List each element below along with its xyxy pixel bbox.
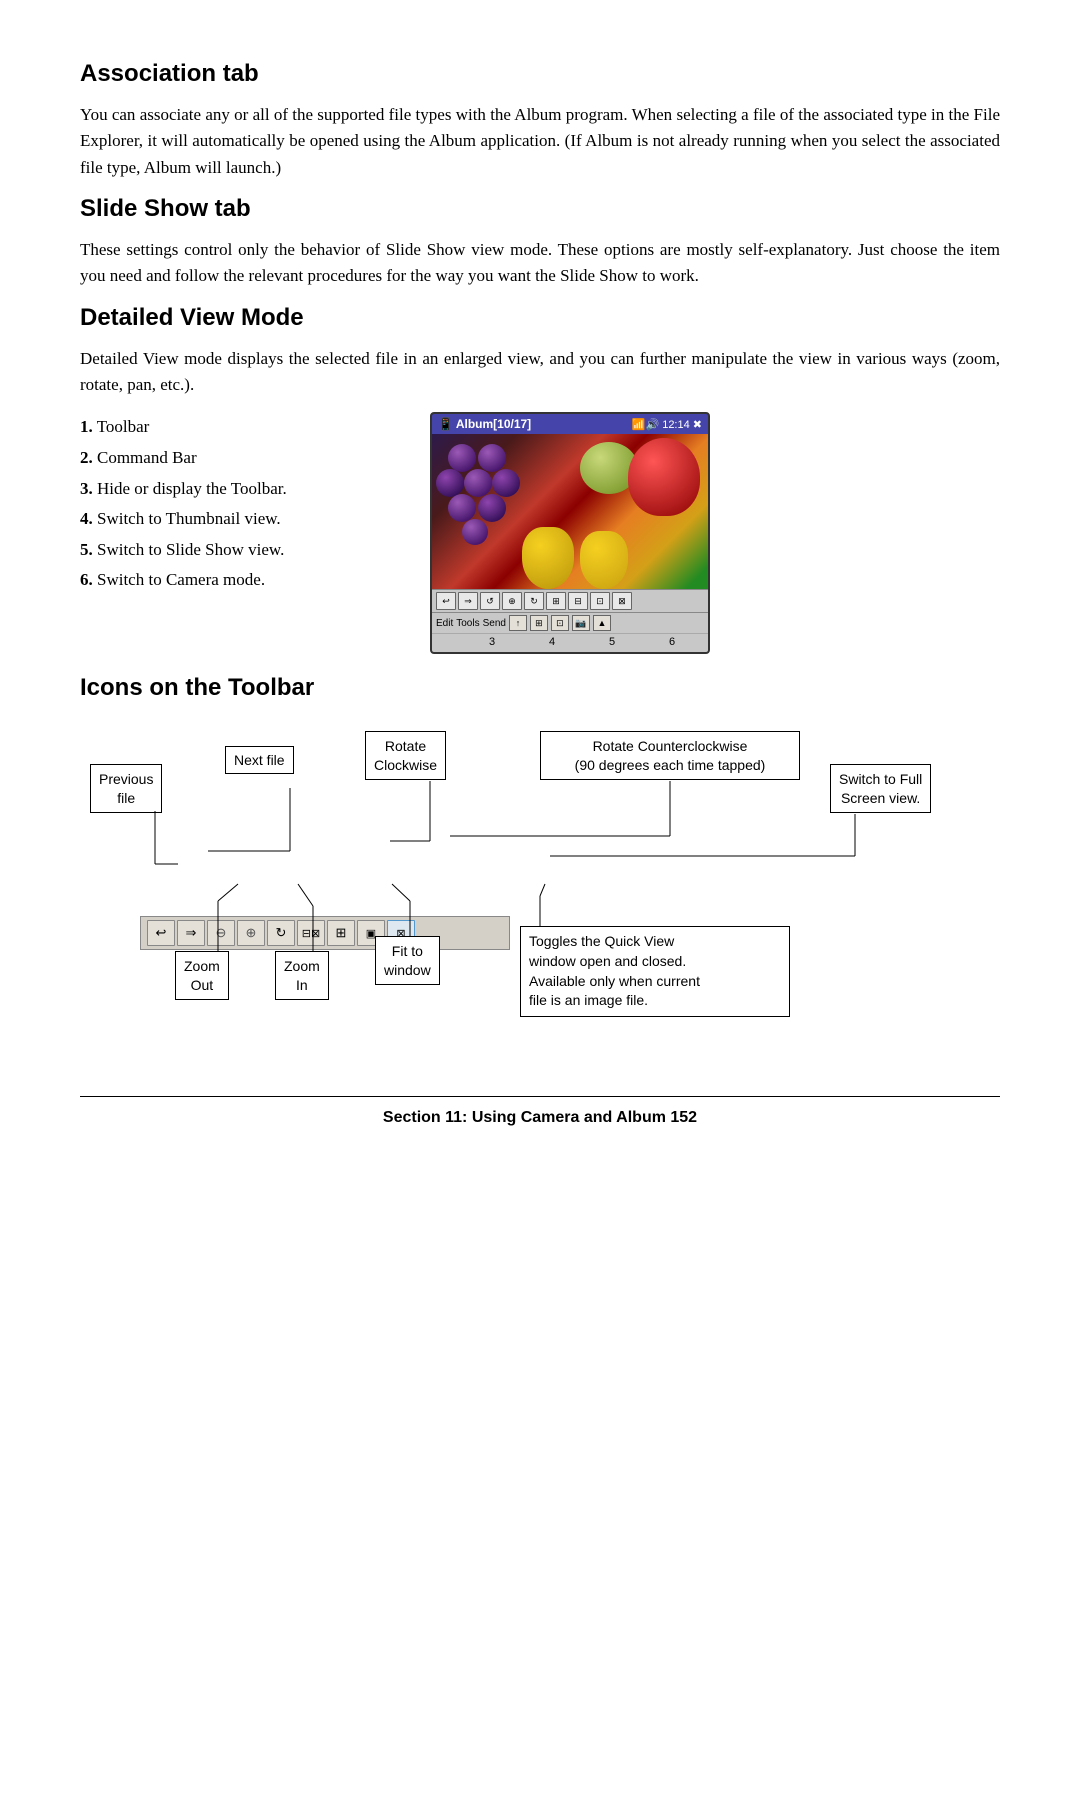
cb-edit[interactable]: Edit <box>436 618 453 629</box>
slide-show-tab-body: These settings control only the behavior… <box>80 237 1000 290</box>
phone-image <box>432 434 708 589</box>
cb-btn2[interactable]: ⊞ <box>530 615 548 631</box>
cb-send[interactable]: Send <box>483 618 506 629</box>
phone-titlebar: 📱 Album[10/17] 📶🔊 12:14 ✖ <box>432 414 708 434</box>
phone-toolbar-row1: 1 ↩ ⇒ ↺ ⊕ ↻ ⊞ ⊟ ⊡ ⊠ <box>432 589 708 612</box>
annotation-fit-window: Fit towindow <box>375 936 440 984</box>
cb-tools[interactable]: Tools <box>456 618 479 629</box>
association-tab-section: Association tab You can associate any or… <box>80 60 1000 181</box>
tb-prev[interactable]: ↩ <box>147 920 175 946</box>
annotation-next-file: Next file <box>225 746 294 774</box>
tb-btn-r2[interactable]: ⊕ <box>502 592 522 610</box>
cb-btn5[interactable]: ▲ <box>593 615 611 631</box>
tb-btn-r5[interactable]: ⊟ <box>568 592 588 610</box>
phone-commandbar: 2 Edit Tools Send ↑ ⊞ ⊡ 📷 ▲ <box>432 612 708 633</box>
tb-rotate-cw[interactable]: ↻ <box>267 920 295 946</box>
detailed-view-section: Detailed View Mode Detailed View mode di… <box>80 304 1000 655</box>
cb-btn3[interactable]: ⊡ <box>551 615 569 631</box>
list-item-1: 1. Toolbar <box>80 412 400 443</box>
num-6: 6 <box>669 636 675 648</box>
slide-show-tab-heading: Slide Show tab <box>80 195 1000 223</box>
list-item-4: 4. Switch to Thumbnail view. <box>80 504 400 535</box>
list-item-6: 6. Switch to Camera mode. <box>80 565 400 596</box>
annotation-zoom-out: ZoomOut <box>175 951 229 999</box>
tb-next[interactable]: ⇒ <box>177 920 205 946</box>
page-footer: Section 11: Using Camera and Album 152 <box>80 1096 1000 1127</box>
annotation-prev-file: Previousfile <box>90 764 162 812</box>
tb-grid[interactable]: ⊞ <box>327 920 355 946</box>
num-3: 3 <box>489 636 495 648</box>
list-item-2: 2. Command Bar <box>80 443 400 474</box>
detailed-view-intro: Detailed View mode displays the selected… <box>80 346 1000 399</box>
annotation-full-screen: Switch to FullScreen view. <box>830 764 931 812</box>
toolbar-diagram: Previousfile Next file RotateClockwise R… <box>80 716 1000 1056</box>
tb-btn-back[interactable]: ↩ <box>436 592 456 610</box>
tb-btn-r1[interactable]: ↺ <box>480 592 500 610</box>
grapes-shape <box>436 444 531 554</box>
icons-toolbar-heading: Icons on the Toolbar <box>80 674 1000 702</box>
phone-icons: 📶🔊 12:14 ✖ <box>632 418 702 431</box>
association-tab-heading: Association tab <box>80 60 1000 88</box>
tb-zoom-out[interactable]: ⊖ <box>207 920 235 946</box>
tb-btn-r4[interactable]: ⊞ <box>546 592 566 610</box>
num-5: 5 <box>609 636 615 648</box>
tb-btn-r6[interactable]: ⊡ <box>590 592 610 610</box>
cb-btn1[interactable]: ↑ <box>509 615 527 631</box>
annotation-rotate-ccw: Rotate Counterclockwise(90 degrees each … <box>540 731 800 779</box>
annotation-quick-view: Toggles the Quick Viewwindow open and cl… <box>520 926 790 1016</box>
cb-btn4[interactable]: 📷 <box>572 615 590 631</box>
pear-shape <box>522 527 574 589</box>
num-4: 4 <box>549 636 555 648</box>
apple-shape <box>628 438 700 516</box>
detailed-view-heading: Detailed View Mode <box>80 304 1000 332</box>
annotation-rotate-cw: RotateClockwise <box>365 731 446 779</box>
association-tab-body: You can associate any or all of the supp… <box>80 102 1000 181</box>
phone-mockup: 📱 Album[10/17] 📶🔊 12:14 ✖ <box>430 412 710 654</box>
tb-btn-r7[interactable]: ⊠ <box>612 592 632 610</box>
tb-btn-fwd[interactable]: ⇒ <box>458 592 478 610</box>
list-item-5: 5. Switch to Slide Show view. <box>80 535 400 566</box>
slide-show-tab-section: Slide Show tab These settings control on… <box>80 195 1000 290</box>
pear2-shape <box>580 531 628 589</box>
annotation-zoom-in: ZoomIn <box>275 951 329 999</box>
footer-text: Section 11: Using Camera and Album 152 <box>383 1109 697 1126</box>
detailed-view-list: 1. Toolbar 2. Command Bar 3. Hide or dis… <box>80 412 400 596</box>
tb-btn-r3[interactable]: ↻ <box>524 592 544 610</box>
tb-zoom-in[interactable]: ⊕ <box>237 920 265 946</box>
phone-numbers-row: 3 4 5 6 <box>432 633 708 652</box>
tb-fit[interactable]: ⊟⊠ <box>297 920 325 946</box>
list-item-3: 3. Hide or display the Toolbar. <box>80 474 400 505</box>
toolbar-strip: ↩ ⇒ ⊖ ⊕ ↻ ⊟⊠ ⊞ ▣ ⊠ <box>140 916 510 950</box>
icons-toolbar-section: Icons on the Toolbar Previousfile Next f… <box>80 674 1000 1056</box>
detailed-view-content: 1. Toolbar 2. Command Bar 3. Hide or dis… <box>80 412 1000 654</box>
phone-title: 📱 Album[10/17] <box>438 417 531 431</box>
